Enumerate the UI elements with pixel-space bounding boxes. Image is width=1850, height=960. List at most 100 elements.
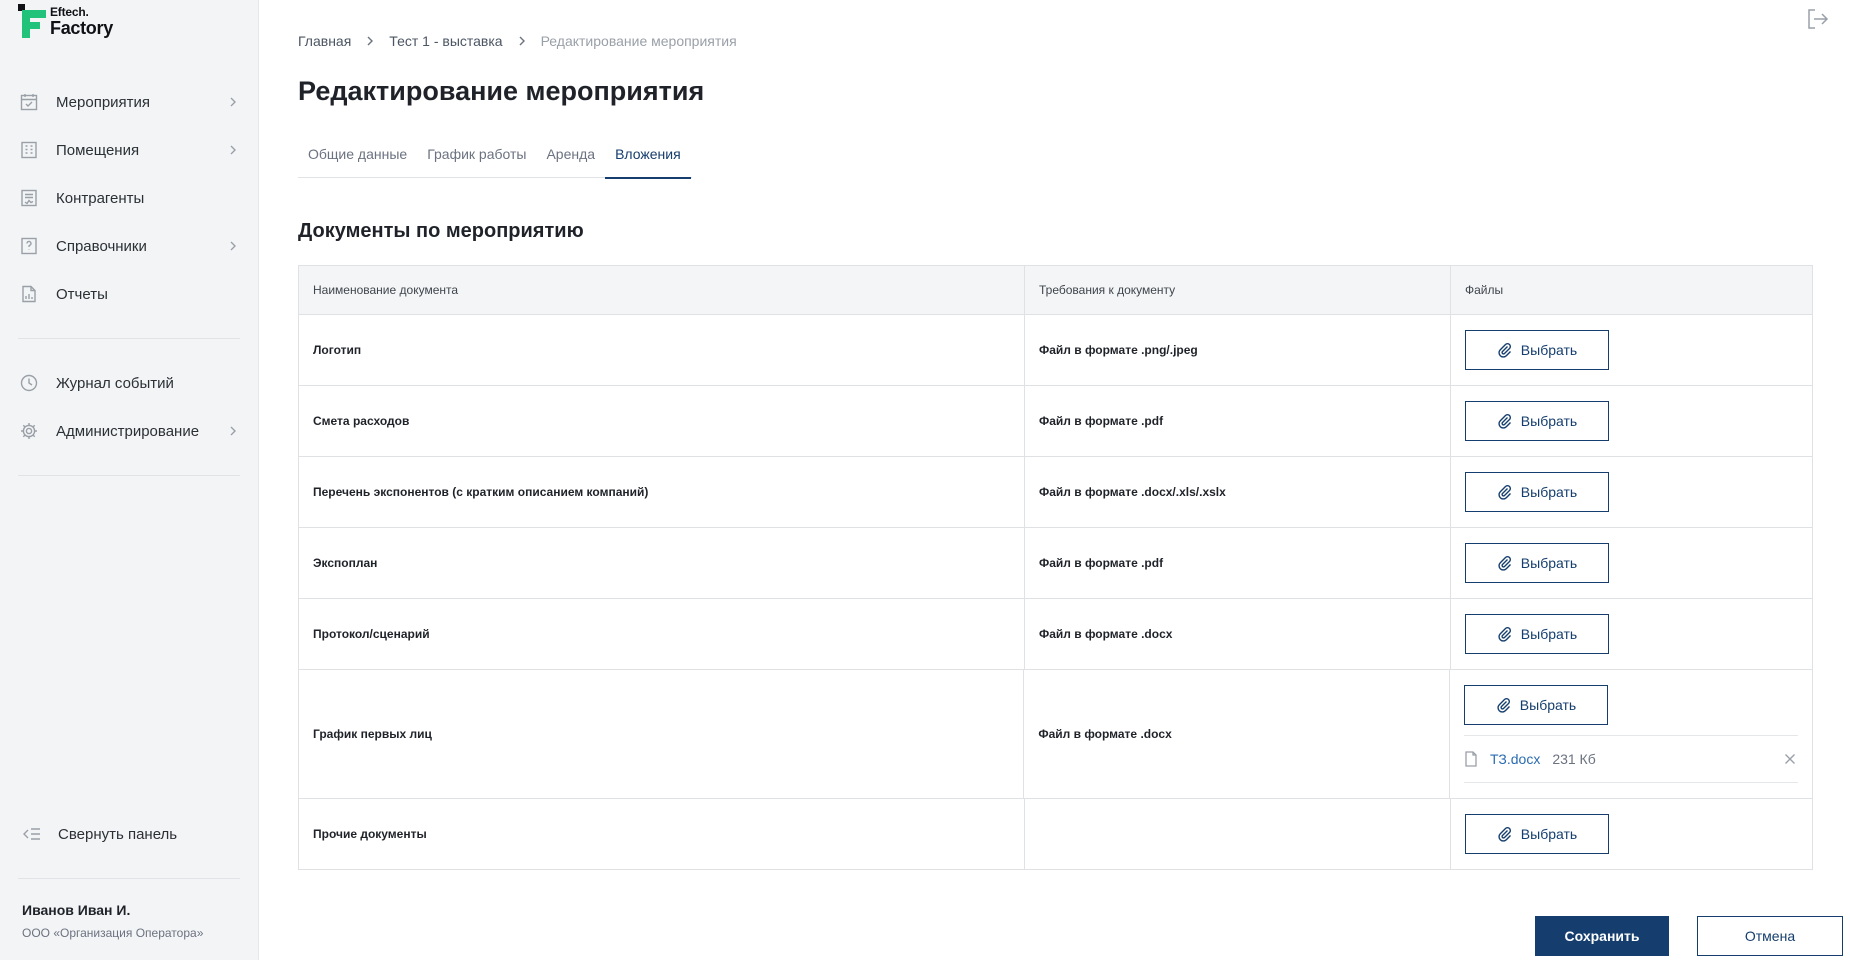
sidebar-item-events[interactable]: Мероприятия bbox=[18, 78, 240, 126]
sidebar-divider bbox=[18, 878, 240, 879]
sidebar-item-references[interactable]: Справочники bbox=[18, 222, 240, 270]
attached-file: ТЗ.docx 231 Кб bbox=[1464, 735, 1798, 783]
breadcrumb-home[interactable]: Главная bbox=[298, 33, 351, 49]
logo-line-1: Eftech. bbox=[50, 5, 89, 19]
select-file-button[interactable]: Выбрать bbox=[1464, 685, 1608, 725]
sidebar-item-label: Журнал событий bbox=[56, 374, 174, 392]
logo-line-2: Factory bbox=[50, 18, 113, 38]
contract-icon bbox=[18, 187, 40, 209]
sidebar-divider bbox=[18, 338, 240, 339]
chevron-right-icon bbox=[226, 239, 240, 253]
paperclip-icon bbox=[1497, 555, 1513, 571]
document-requirement: Файл в формате .pdf bbox=[1025, 386, 1451, 456]
chevron-right-icon bbox=[226, 143, 240, 157]
select-file-button[interactable]: Выбрать bbox=[1465, 330, 1609, 370]
building-icon bbox=[18, 139, 40, 161]
sidebar-item-premises[interactable]: Помещения bbox=[18, 126, 240, 174]
paperclip-icon bbox=[1497, 342, 1513, 358]
chevron-right-icon bbox=[226, 424, 240, 438]
select-file-button[interactable]: Выбрать bbox=[1465, 614, 1609, 654]
table-header-row: Наименование документа Требования к доку… bbox=[299, 266, 1812, 314]
sidebar-item-label: Мероприятия bbox=[56, 93, 151, 111]
chevron-right-icon bbox=[226, 95, 240, 109]
sidebar-divider bbox=[18, 475, 240, 476]
logo[interactable]: Eftech. Factory bbox=[18, 4, 113, 40]
select-file-label: Выбрать bbox=[1519, 697, 1577, 713]
column-header-name: Наименование документа bbox=[299, 266, 1025, 314]
report-icon bbox=[18, 283, 40, 305]
tabs: Общие данные График работы Аренда Вложен… bbox=[298, 146, 692, 179]
attached-file-name[interactable]: ТЗ.docx bbox=[1490, 751, 1540, 767]
remove-file-icon[interactable] bbox=[1782, 751, 1798, 767]
table-row: Логотип Файл в формате .png/.jpeg Выбрат… bbox=[299, 314, 1812, 385]
sidebar-item-label: Помещения bbox=[56, 141, 140, 159]
section-title: Документы по мероприятию bbox=[298, 220, 584, 242]
user-name: Иванов Иван И. bbox=[22, 902, 131, 918]
sidebar-item-label: Контрагенты bbox=[56, 189, 145, 207]
sidebar: Eftech. Factory Мероприятия Помещения Ко… bbox=[0, 0, 259, 960]
breadcrumb-event[interactable]: Тест 1 - выставка bbox=[389, 33, 502, 49]
breadcrumb-current: Редактирование мероприятия bbox=[540, 33, 737, 49]
page-title: Редактирование мероприятия bbox=[298, 76, 705, 106]
sidebar-item-label: Справочники bbox=[56, 237, 147, 255]
breadcrumb: Главная Тест 1 - выставка Редактирование… bbox=[298, 33, 737, 49]
document-name: Экспоплан bbox=[299, 528, 1025, 598]
select-file-label: Выбрать bbox=[1520, 555, 1578, 571]
select-file-label: Выбрать bbox=[1520, 342, 1578, 358]
table-row: Прочие документы Выбрать bbox=[299, 798, 1812, 869]
sidebar-item-administration[interactable]: Администрирование bbox=[18, 407, 240, 455]
select-file-label: Выбрать bbox=[1520, 626, 1578, 642]
select-file-label: Выбрать bbox=[1520, 413, 1578, 429]
select-file-button[interactable]: Выбрать bbox=[1465, 401, 1609, 441]
document-name: Перечень экспонентов (с кратким описание… bbox=[299, 457, 1025, 527]
paperclip-icon bbox=[1497, 413, 1513, 429]
collapse-panel-button[interactable]: Свернуть панель bbox=[22, 820, 177, 848]
select-file-button[interactable]: Выбрать bbox=[1465, 543, 1609, 583]
tab-attachments[interactable]: Вложения bbox=[605, 146, 691, 179]
gear-icon bbox=[18, 420, 40, 442]
document-name: Логотип bbox=[299, 315, 1025, 385]
table-row: Протокол/сценарий Файл в формате .docx В… bbox=[299, 598, 1812, 669]
paperclip-icon bbox=[1497, 484, 1513, 500]
paperclip-icon bbox=[1497, 626, 1513, 642]
sidebar-item-reports[interactable]: Отчеты bbox=[18, 270, 240, 318]
tab-general[interactable]: Общие данные bbox=[298, 146, 417, 178]
sidebar-item-event-log[interactable]: Журнал событий bbox=[18, 359, 240, 407]
collapse-menu-icon bbox=[22, 823, 44, 845]
select-file-label: Выбрать bbox=[1520, 826, 1578, 842]
collapse-panel-label: Свернуть панель bbox=[58, 825, 178, 843]
column-header-requirements: Требования к документу bbox=[1025, 266, 1451, 314]
table-row: График первых лиц Файл в формате .docx В… bbox=[299, 669, 1812, 798]
paperclip-icon bbox=[1496, 697, 1512, 713]
clock-icon bbox=[18, 372, 40, 394]
chevron-right-icon bbox=[515, 34, 529, 48]
tab-rent[interactable]: Аренда bbox=[536, 146, 605, 178]
paperclip-icon bbox=[1497, 826, 1513, 842]
logo-mark-icon bbox=[18, 4, 46, 38]
document-requirement: Файл в формате .docx/.xls/.xslx bbox=[1025, 457, 1451, 527]
documents-table: Наименование документа Требования к доку… bbox=[298, 265, 1813, 870]
document-name: График первых лиц bbox=[299, 670, 1025, 798]
table-row: Смета расходов Файл в формате .pdf Выбра… bbox=[299, 385, 1812, 456]
sidebar-item-label: Отчеты bbox=[56, 285, 108, 303]
document-requirement: Файл в формате .png/.jpeg bbox=[1025, 315, 1451, 385]
sidebar-item-contractors[interactable]: Контрагенты bbox=[18, 174, 240, 222]
document-name: Протокол/сценарий bbox=[299, 599, 1025, 669]
document-requirement bbox=[1025, 799, 1451, 869]
table-row: Перечень экспонентов (с кратким описание… bbox=[299, 456, 1812, 527]
attached-file-size: 231 Кб bbox=[1552, 751, 1596, 767]
chevron-right-icon bbox=[363, 34, 377, 48]
file-icon bbox=[1464, 751, 1478, 767]
logout-icon[interactable] bbox=[1804, 6, 1830, 32]
select-file-button[interactable]: Выбрать bbox=[1465, 814, 1609, 854]
user-organization: ООО «Организация Оператора» bbox=[22, 926, 204, 940]
select-file-label: Выбрать bbox=[1520, 484, 1578, 500]
select-file-button[interactable]: Выбрать bbox=[1465, 472, 1609, 512]
save-button[interactable]: Сохранить bbox=[1535, 916, 1669, 956]
cancel-button[interactable]: Отмена bbox=[1697, 916, 1843, 956]
table-row: Экспоплан Файл в формате .pdf Выбрать bbox=[299, 527, 1812, 598]
sidebar-nav: Мероприятия Помещения Контрагенты Справо… bbox=[18, 78, 240, 496]
calendar-check-icon bbox=[18, 91, 40, 113]
tab-schedule[interactable]: График работы bbox=[417, 146, 536, 178]
column-header-files: Файлы bbox=[1465, 283, 1504, 297]
